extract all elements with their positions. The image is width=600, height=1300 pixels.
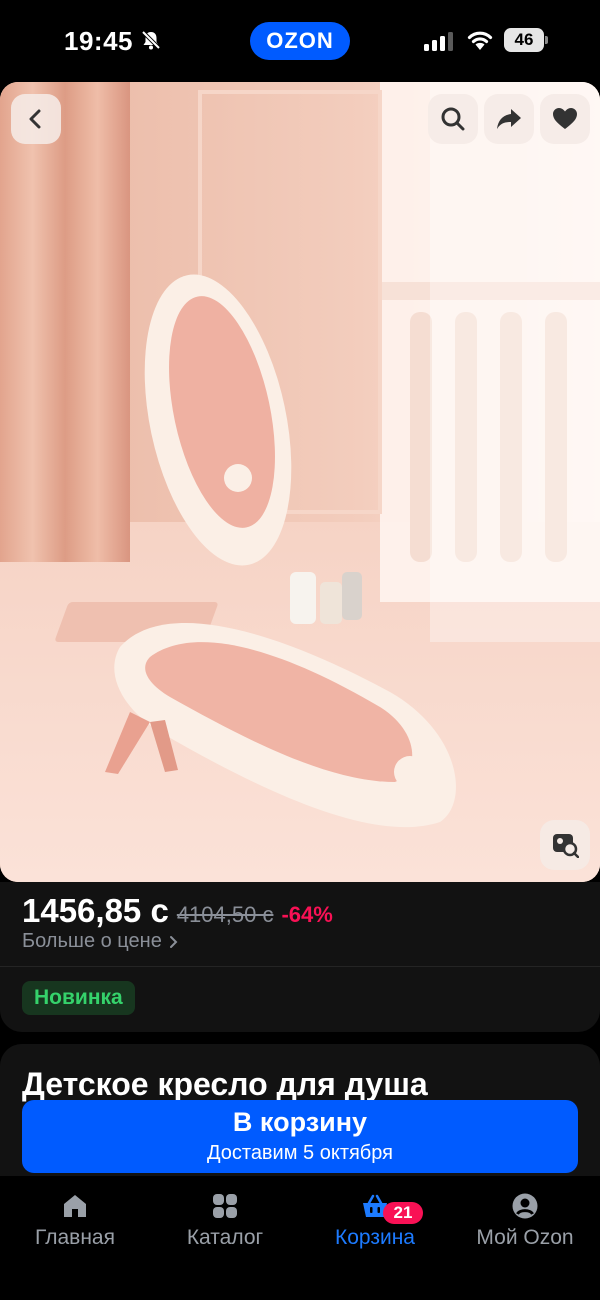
current-price: 1456,85 с <box>22 892 169 929</box>
search-button[interactable] <box>428 94 478 144</box>
share-icon <box>497 109 521 129</box>
bottom-nav: Главная Каталог Корзина 21 Мой Ozon <box>0 1176 600 1300</box>
bell-muted-icon <box>141 30 161 50</box>
price-row: 1456,85 с 4104,50 с -64% <box>22 892 333 930</box>
battery-icon: 46 <box>504 28 548 52</box>
price-details-label: Больше о цене <box>22 930 162 952</box>
discount-badge: -64% <box>281 902 333 927</box>
status-bar: 19:45 OZON 46 <box>0 0 600 82</box>
search-icon <box>441 107 465 131</box>
wifi-icon <box>467 31 493 50</box>
favorite-button[interactable] <box>540 94 590 144</box>
heart-icon <box>553 108 577 129</box>
image-search-button[interactable] <box>540 820 590 870</box>
cart-count-badge: 21 <box>383 1202 423 1224</box>
price-details-link[interactable]: Больше о цене <box>22 930 178 953</box>
nav-home[interactable]: Главная <box>0 1192 150 1250</box>
nav-profile[interactable]: Мой Ozon <box>450 1192 600 1250</box>
nav-home-label: Главная <box>35 1226 115 1249</box>
home-icon <box>64 1195 86 1217</box>
signal-icon <box>424 32 453 51</box>
nav-cart[interactable]: Корзина 21 <box>300 1192 450 1250</box>
status-time: 19:45 <box>64 26 133 56</box>
battery-level: 46 <box>514 30 534 49</box>
product-gallery[interactable] <box>0 82 600 882</box>
nav-catalog[interactable]: Каталог <box>150 1192 300 1250</box>
ozon-logo-text: OZON <box>266 28 334 53</box>
add-to-cart-label: В корзину <box>232 1107 368 1137</box>
share-button[interactable] <box>484 94 534 144</box>
nav-cart-label: Корзина <box>335 1226 415 1249</box>
nav-profile-label: Мой Ozon <box>476 1226 574 1249</box>
add-to-cart-button[interactable]: В корзину Доставим 5 октября <box>22 1100 578 1173</box>
catalog-icon <box>213 1194 237 1218</box>
image-search-icon <box>553 834 579 858</box>
profile-icon <box>512 1193 538 1219</box>
nav-catalog-label: Каталог <box>186 1226 264 1249</box>
product-title: Детское кресло для душа <box>22 1066 428 1102</box>
price-card: 1456,85 с 4104,50 с -64% Больше о цене Н… <box>0 882 600 1032</box>
product-photo <box>0 82 600 882</box>
chevron-left-icon <box>29 109 41 129</box>
new-badge: Новинка <box>22 981 135 1015</box>
ozon-logo: OZON <box>250 22 350 60</box>
back-button[interactable] <box>11 94 61 144</box>
old-price: 4104,50 с <box>176 902 274 927</box>
delivery-date: Доставим 5 октября <box>206 1142 393 1164</box>
chevron-right-icon <box>169 935 178 948</box>
divider <box>0 966 600 967</box>
